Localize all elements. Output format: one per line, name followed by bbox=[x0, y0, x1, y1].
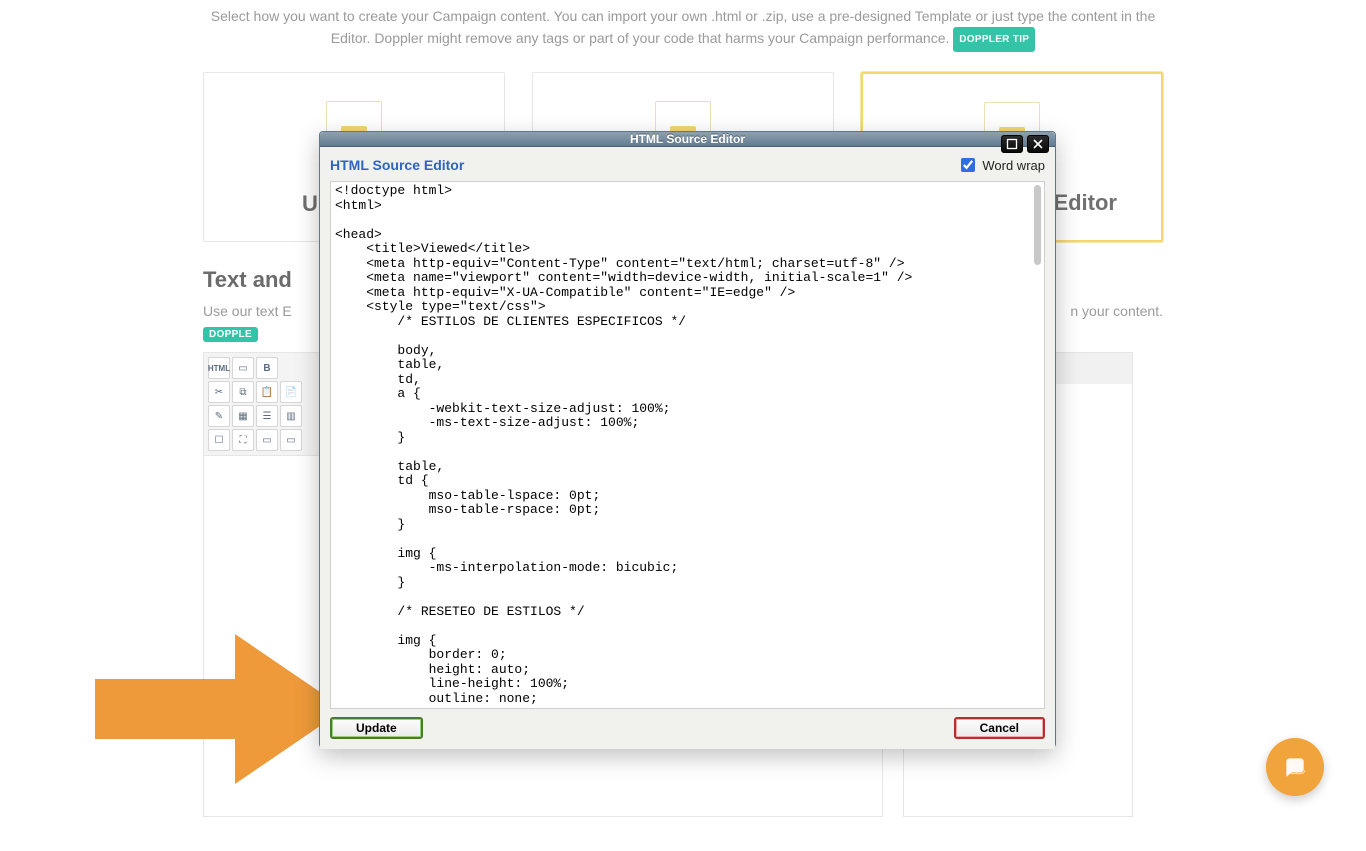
wordwrap-toggle[interactable]: Word wrap bbox=[957, 155, 1045, 175]
editor-tip-badge: DOPPLE bbox=[203, 327, 258, 342]
html-button-icon[interactable]: HTML bbox=[208, 357, 230, 379]
modal-titlebar[interactable]: HTML Source Editor bbox=[320, 132, 1055, 147]
modal-titlebar-text: HTML Source Editor bbox=[630, 132, 745, 146]
paste-text-icon[interactable]: 📄 bbox=[280, 381, 302, 403]
doppler-tip-badge: DOPPLER TIP bbox=[953, 27, 1035, 52]
cancel-button-label: Cancel bbox=[980, 721, 1019, 735]
modal-header-title: HTML Source Editor bbox=[330, 157, 464, 173]
fullscreen-icon[interactable]: ⛶ bbox=[232, 429, 254, 451]
code-content: <!doctype html> <html> <head> <title>Vie… bbox=[335, 183, 912, 706]
layout-icon[interactable]: ▭ bbox=[232, 357, 254, 379]
html-source-editor-modal: HTML Source Editor HTML Source Editor Wo… bbox=[319, 131, 1056, 748]
media-icon[interactable]: ▭ bbox=[280, 429, 302, 451]
chat-icon bbox=[1282, 754, 1308, 780]
newdoc-icon[interactable]: ☐ bbox=[208, 429, 230, 451]
maximize-button[interactable] bbox=[1001, 135, 1023, 153]
source-code-textarea[interactable]: <!doctype html> <html> <head> <title>Vie… bbox=[330, 181, 1045, 709]
wordwrap-checkbox[interactable] bbox=[961, 158, 975, 172]
paste-icon[interactable]: 📋 bbox=[256, 381, 278, 403]
intro-text: Select how you want to create your Campa… bbox=[0, 6, 1366, 52]
copy-icon[interactable]: ⧉ bbox=[232, 381, 254, 403]
update-button[interactable]: Update bbox=[330, 717, 423, 739]
close-button[interactable] bbox=[1027, 135, 1049, 153]
col-icon[interactable]: ▥ bbox=[280, 405, 302, 427]
bold-icon[interactable]: B bbox=[256, 357, 278, 379]
editor-intro-right: n your content. bbox=[1070, 303, 1163, 319]
row-icon[interactable]: ☰ bbox=[256, 405, 278, 427]
edit-icon[interactable]: ✎ bbox=[208, 405, 230, 427]
maximize-icon bbox=[1006, 138, 1018, 150]
cut-icon[interactable]: ✂ bbox=[208, 381, 230, 403]
image-icon[interactable]: ▭ bbox=[256, 429, 278, 451]
cancel-button[interactable]: Cancel bbox=[954, 717, 1045, 739]
editor-intro-left: Use our text E bbox=[203, 303, 292, 319]
table-icon[interactable]: ▦ bbox=[232, 405, 254, 427]
scrollbar-thumb[interactable] bbox=[1034, 185, 1041, 265]
close-icon bbox=[1032, 138, 1044, 150]
update-button-label: Update bbox=[356, 721, 397, 735]
chat-fab[interactable] bbox=[1266, 738, 1324, 796]
wordwrap-label: Word wrap bbox=[982, 158, 1045, 173]
